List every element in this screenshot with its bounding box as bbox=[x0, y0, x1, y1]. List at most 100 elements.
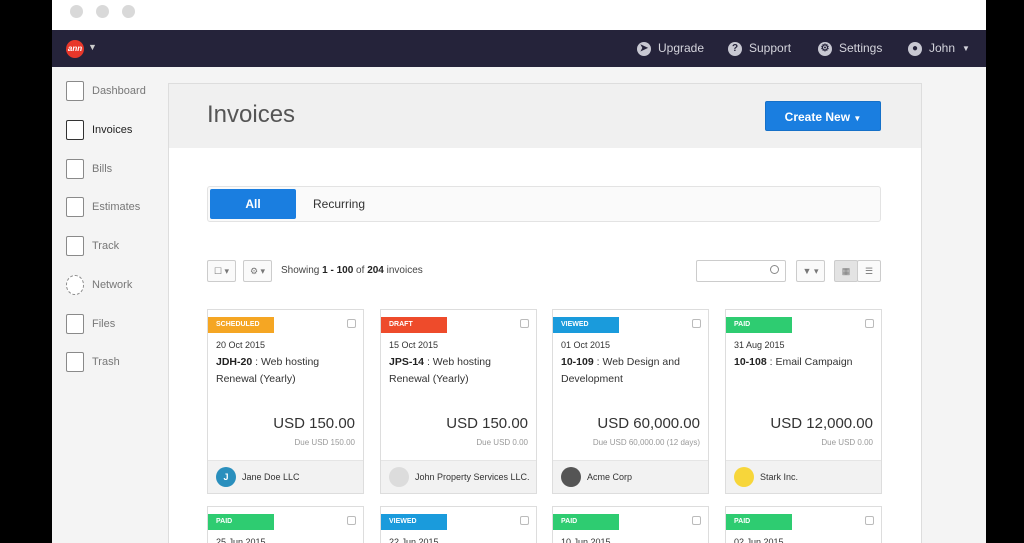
card-checkbox[interactable] bbox=[865, 319, 874, 328]
app-logo[interactable]: ann bbox=[66, 40, 84, 58]
support-link[interactable]: ? Support bbox=[728, 30, 791, 67]
upgrade-link[interactable]: ➤ Upgrade bbox=[637, 30, 704, 67]
avatar: J bbox=[216, 467, 236, 487]
window-close-dot[interactable] bbox=[70, 5, 83, 18]
sidebar-item-label: Estimates bbox=[92, 201, 141, 213]
sidebar-item-label: Network bbox=[92, 279, 133, 291]
sidebar-item-invoices[interactable]: Invoices bbox=[66, 119, 132, 141]
invoice-date: 20 Oct 2015 bbox=[216, 340, 266, 350]
network-icon bbox=[66, 275, 84, 295]
invoice-date: 22 Jun 2015 bbox=[389, 537, 439, 543]
invoice-due: Due USD 0.00 bbox=[476, 438, 528, 447]
invoice-id: 10-108 bbox=[734, 356, 767, 368]
settings-label: Settings bbox=[839, 41, 883, 55]
card-footer: John Property Services LLC. bbox=[381, 460, 536, 493]
status-badge: PAID bbox=[553, 514, 619, 530]
sidebar-item-track[interactable]: Track bbox=[66, 235, 119, 257]
invoice-title[interactable]: JDH-20 : Web hosting Renewal (Yearly) bbox=[216, 354, 356, 388]
card-checkbox[interactable] bbox=[692, 516, 701, 525]
app-window: ann ▼ ➤ Upgrade ? Support ⚙ Settings ● J… bbox=[52, 0, 986, 543]
showing-prefix: Showing bbox=[281, 265, 323, 276]
window-minimize-dot[interactable] bbox=[96, 5, 109, 18]
client-name[interactable]: Acme Corp bbox=[587, 466, 705, 488]
client-name[interactable]: John Property Services LLC. bbox=[415, 466, 533, 488]
tab-recurring[interactable]: Recurring bbox=[304, 189, 374, 219]
user-icon: ● bbox=[908, 41, 922, 56]
select-all-checkbox[interactable]: ☐ ▾ bbox=[207, 260, 236, 282]
invoice-card[interactable]: VIEWED 22 Jun 2015 bbox=[380, 506, 537, 543]
create-new-button[interactable]: Create New ▼ bbox=[765, 101, 881, 131]
status-badge: PAID bbox=[726, 317, 792, 333]
create-new-label: Create New bbox=[784, 110, 851, 124]
sidebar-item-trash[interactable]: Trash bbox=[66, 351, 120, 373]
invoice-due: Due USD 150.00 bbox=[294, 438, 355, 447]
invoice-card[interactable]: SCHEDULED 20 Oct 2015 JDH-20 : Web hosti… bbox=[207, 309, 364, 494]
card-footer: Stark Inc. bbox=[726, 460, 881, 493]
bulk-actions-button[interactable]: ⚙ ▾ bbox=[243, 260, 272, 282]
invoice-card[interactable]: DRAFT 15 Oct 2015 JPS-14 : Web hosting R… bbox=[380, 309, 537, 494]
upgrade-label: Upgrade bbox=[658, 41, 705, 55]
window-titlebar bbox=[52, 0, 986, 30]
sidebar-item-files[interactable]: Files bbox=[66, 313, 115, 335]
invoice-card[interactable]: PAID 02 Jun 2015 bbox=[725, 506, 882, 543]
window-zoom-dot[interactable] bbox=[122, 5, 135, 18]
invoice-due: Due USD 0.00 bbox=[821, 438, 873, 447]
card-checkbox[interactable] bbox=[692, 319, 701, 328]
sidebar-item-dashboard[interactable]: Dashboard bbox=[66, 80, 146, 102]
card-checkbox[interactable] bbox=[347, 516, 356, 525]
page-title: Invoices bbox=[207, 101, 296, 128]
search-input[interactable] bbox=[696, 260, 786, 282]
sidebar-item-bills[interactable]: Bills bbox=[66, 158, 112, 180]
filter-button[interactable]: ▼ ▾ bbox=[796, 260, 825, 282]
status-badge: VIEWED bbox=[381, 514, 447, 530]
list-view-button[interactable]: ☰ bbox=[857, 260, 881, 282]
chevron-down-icon[interactable]: ▼ bbox=[88, 42, 97, 52]
clipboard-icon bbox=[66, 236, 84, 256]
list-icon: ☰ bbox=[864, 266, 874, 276]
trash-icon bbox=[66, 352, 84, 372]
sidebar-item-label: Trash bbox=[92, 356, 120, 368]
chevron-down-icon: ▼ bbox=[853, 114, 862, 123]
invoice-date: 01 Oct 2015 bbox=[561, 340, 611, 350]
card-checkbox[interactable] bbox=[520, 516, 529, 525]
card-checkbox[interactable] bbox=[520, 319, 529, 328]
search-icon bbox=[770, 265, 779, 274]
card-checkbox[interactable] bbox=[865, 516, 874, 525]
invoice-amount: USD 12,000.00 bbox=[770, 415, 873, 432]
sidebar-item-network[interactable]: Network bbox=[66, 274, 132, 296]
support-label: Support bbox=[749, 41, 792, 55]
tab-all[interactable]: All bbox=[210, 189, 296, 219]
invoice-amount: USD 60,000.00 bbox=[597, 415, 700, 432]
user-menu[interactable]: ● John ▼ bbox=[908, 30, 970, 67]
invoice-icon bbox=[66, 120, 84, 140]
sidebar-item-label: Invoices bbox=[92, 124, 133, 136]
avatar bbox=[561, 467, 581, 487]
invoice-title[interactable]: 10-108 : Email Campaign bbox=[734, 354, 874, 371]
invoice-date: 25 Jun 2015 bbox=[216, 537, 266, 543]
sidebar-item-label: Bills bbox=[92, 163, 113, 175]
client-name[interactable]: Stark Inc. bbox=[760, 466, 878, 488]
invoice-date: 31 Aug 2015 bbox=[734, 340, 785, 350]
sidebar-item-estimates[interactable]: Estimates bbox=[66, 196, 140, 218]
invoice-due: Due USD 60,000.00 (12 days) bbox=[592, 438, 700, 447]
invoice-card[interactable]: PAID 31 Aug 2015 10-108 : Email Campaign… bbox=[725, 309, 882, 494]
card-checkbox[interactable] bbox=[347, 319, 356, 328]
rocket-icon: ➤ bbox=[637, 41, 651, 56]
invoice-card[interactable]: VIEWED 01 Oct 2015 10-109 : Web Design a… bbox=[552, 309, 709, 494]
invoices-panel: Invoices Create New ▼ All Recurring ☐ ▾ … bbox=[168, 83, 922, 543]
showing-of: of bbox=[353, 265, 368, 276]
client-name[interactable]: Jane Doe LLC bbox=[242, 466, 360, 488]
sidebar: Dashboard Invoices Bills Estimates Track… bbox=[52, 67, 168, 543]
user-name: John bbox=[929, 41, 956, 55]
invoice-id: 10-109 bbox=[561, 356, 594, 368]
invoice-amount: USD 150.00 bbox=[446, 415, 528, 432]
invoice-title[interactable]: 10-109 : Web Design and Development bbox=[561, 354, 701, 388]
settings-link[interactable]: ⚙ Settings bbox=[818, 30, 882, 67]
grid-view-button[interactable]: ▦ bbox=[834, 260, 858, 282]
invoice-card[interactable]: PAID 10 Jun 2015 bbox=[552, 506, 709, 543]
invoice-card[interactable]: PAID 25 Jun 2015 bbox=[207, 506, 364, 543]
invoice-date: 02 Jun 2015 bbox=[734, 537, 784, 543]
card-footer: J Jane Doe LLC bbox=[208, 460, 363, 493]
invoice-title[interactable]: JPS-14 : Web hosting Renewal (Yearly) bbox=[389, 354, 529, 388]
top-navbar: ann ▼ ➤ Upgrade ? Support ⚙ Settings ● J… bbox=[52, 30, 986, 67]
